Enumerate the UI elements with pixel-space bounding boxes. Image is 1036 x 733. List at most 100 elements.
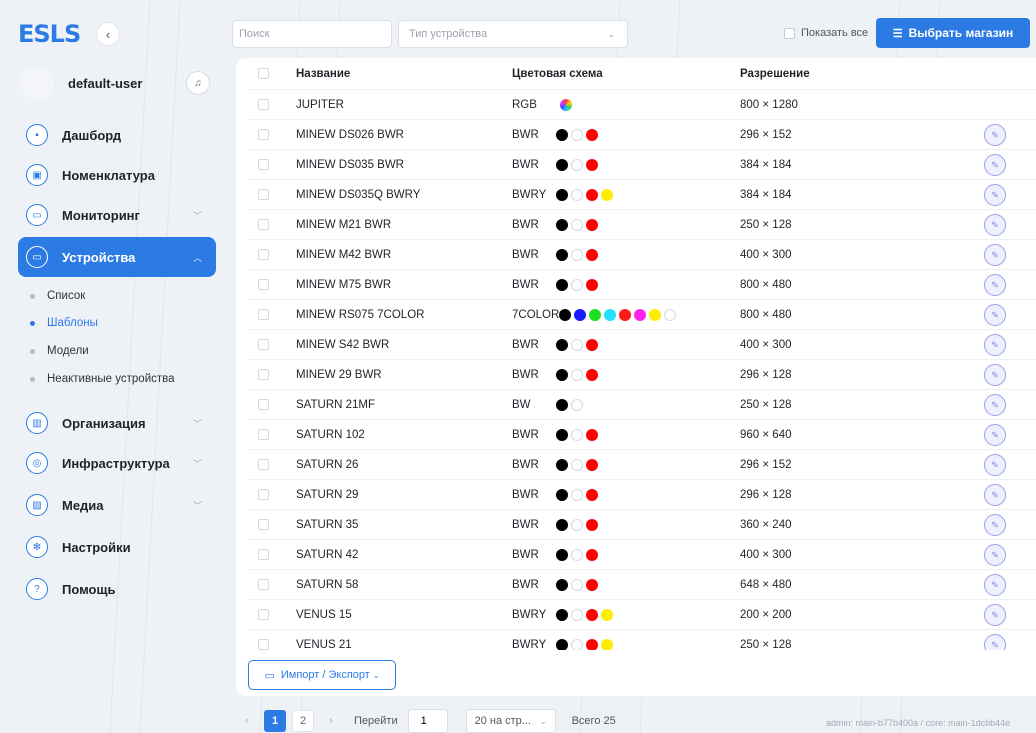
table-row[interactable]: MINEW DS035Q BWRY BWRY 384 × 184 ✎ (246, 180, 1036, 210)
prev-page-button[interactable]: ‹ (236, 710, 258, 732)
row-checkbox[interactable] (258, 249, 269, 260)
submenu-item-2[interactable]: Модели (30, 345, 89, 357)
table-row[interactable]: VENUS 21 BWRY 250 × 128 ✎ (246, 630, 1036, 650)
row-checkbox[interactable] (258, 399, 269, 410)
table-row[interactable]: MINEW M42 BWR BWR 400 × 300 ✎ (246, 240, 1036, 270)
edit-button[interactable]: ✎ (984, 184, 1006, 206)
submenu-item-0[interactable]: Список (30, 290, 85, 302)
edit-button[interactable]: ✎ (984, 514, 1006, 536)
table-row[interactable]: SATURN 35 BWR 360 × 240 ✎ (246, 510, 1036, 540)
select-store-button[interactable]: ☰ Выбрать магазин (876, 18, 1030, 48)
edit-button[interactable]: ✎ (984, 154, 1006, 176)
edit-button[interactable]: ✎ (984, 334, 1006, 356)
table-row[interactable]: SATURN 58 BWR 648 × 480 ✎ (246, 570, 1036, 600)
table-row[interactable]: SATURN 42 BWR 400 × 300 ✎ (246, 540, 1036, 570)
avatar[interactable] (20, 66, 54, 100)
sidebar-item-6[interactable]: ▨ Медиа ﹀ (18, 485, 216, 525)
row-checkbox[interactable] (258, 99, 269, 110)
select-all-checkbox[interactable] (258, 68, 269, 79)
page-button[interactable]: 1 (264, 710, 286, 732)
table-row[interactable]: MINEW S42 BWR BWR 400 × 300 ✎ (246, 330, 1036, 360)
sidebar-item-3[interactable]: ▭ Устройства ︿ (18, 237, 216, 277)
table-row[interactable]: MINEW DS026 BWR BWR 296 × 152 ✎ (246, 120, 1036, 150)
edit-button[interactable]: ✎ (984, 604, 1006, 626)
color-swatch (586, 188, 598, 201)
sidebar-item-4[interactable]: ▥ Организация ﹀ (18, 403, 216, 443)
row-checkbox[interactable] (258, 519, 269, 530)
chevron-down-icon: ⌄ (539, 716, 547, 726)
device-type-select[interactable]: Тип устройства ⌄ (398, 20, 628, 48)
row-checkbox-cell (246, 369, 290, 380)
row-checkbox[interactable] (258, 189, 269, 200)
row-checkbox[interactable] (258, 549, 269, 560)
sidebar-item-0[interactable]: ▪ Дашборд (18, 115, 216, 155)
search-input[interactable] (232, 20, 392, 48)
submenu-item-1[interactable]: Шаблоны (30, 317, 98, 329)
edit-button[interactable]: ✎ (984, 424, 1006, 446)
sidebar-item-5[interactable]: ◎ Инфраструктура ﹀ (18, 443, 216, 483)
edit-button[interactable]: ✎ (984, 484, 1006, 506)
row-checkbox[interactable] (258, 129, 269, 140)
table-row[interactable]: JUPITER RGB 800 × 1280 (246, 90, 1036, 120)
sidebar-item-7[interactable]: ✻ Настройки (18, 527, 216, 567)
color-swatch (556, 278, 568, 291)
show-all-checkbox[interactable] (784, 27, 795, 39)
edit-button[interactable]: ✎ (984, 274, 1006, 296)
row-checkbox[interactable] (258, 219, 269, 230)
page-button[interactable]: 2 (292, 710, 314, 732)
table-row[interactable]: MINEW RS075 7COLOR 7COLOR 800 × 480 ✎ (246, 300, 1036, 330)
logo[interactable]: ESLS (18, 14, 81, 54)
edit-button[interactable]: ✎ (984, 574, 1006, 596)
per-page-select[interactable]: 20 на стр... ⌄ (465, 709, 556, 733)
table-row[interactable]: SATURN 102 BWR 960 × 640 ✎ (246, 420, 1036, 450)
sidebar-item-2[interactable]: ▭ Мониторинг ﹀ (18, 195, 216, 235)
goto-page-input[interactable] (407, 709, 448, 733)
color-swatch (586, 248, 598, 261)
table-row[interactable]: MINEW M21 BWR BWR 250 × 128 ✎ (246, 210, 1036, 240)
table-row[interactable]: MINEW DS035 BWR BWR 384 × 184 ✎ (246, 150, 1036, 180)
edit-button[interactable]: ✎ (984, 304, 1006, 326)
table-row[interactable]: VENUS 15 BWRY 200 × 200 ✎ (246, 600, 1036, 630)
row-checkbox[interactable] (258, 309, 269, 320)
table-row[interactable]: SATURN 29 BWR 296 × 128 ✎ (246, 480, 1036, 510)
sidebar-item-label: Настройки (62, 539, 131, 555)
sidebar-item-1[interactable]: ▣ Номенклатура (18, 155, 216, 195)
row-checkbox[interactable] (258, 339, 269, 350)
edit-button[interactable]: ✎ (984, 454, 1006, 476)
row-checkbox[interactable] (258, 279, 269, 290)
edit-button[interactable]: ✎ (984, 214, 1006, 236)
edit-button[interactable]: ✎ (984, 544, 1006, 566)
table-row[interactable]: SATURN 26 BWR 296 × 152 ✎ (246, 450, 1036, 480)
color-scheme-cell: BWR (512, 518, 740, 531)
row-checkbox[interactable] (258, 429, 269, 440)
header-scheme[interactable]: Цветовая схема (512, 68, 740, 80)
sidebar-item-8[interactable]: ? Помощь (18, 569, 216, 609)
edit-button[interactable]: ✎ (984, 634, 1006, 650)
header-resolution[interactable]: Разрешение (740, 68, 940, 80)
edit-button[interactable]: ✎ (984, 364, 1006, 386)
edit-button[interactable]: ✎ (984, 244, 1006, 266)
dashboard-icon: ▪ (26, 124, 48, 146)
row-checkbox[interactable] (258, 159, 269, 170)
edit-button[interactable]: ✎ (984, 124, 1006, 146)
row-checkbox[interactable] (258, 609, 269, 620)
row-checkbox[interactable] (258, 489, 269, 500)
color-scheme-cell: BWR (512, 368, 740, 381)
header-name[interactable]: Название (290, 68, 512, 80)
row-checkbox[interactable] (258, 369, 269, 380)
row-checkbox[interactable] (258, 639, 269, 650)
next-page-button[interactable]: › (320, 710, 342, 732)
color-scheme-label: BWR (512, 518, 539, 531)
table-row[interactable]: SATURN 21MF BW 250 × 128 ✎ (246, 390, 1036, 420)
table-row[interactable]: MINEW M75 BWR BWR 800 × 480 ✎ (246, 270, 1036, 300)
table-row[interactable]: MINEW 29 BWR BWR 296 × 128 ✎ (246, 360, 1036, 390)
row-checkbox[interactable] (258, 459, 269, 470)
notifications-button[interactable]: ♫ (186, 71, 210, 95)
edit-button[interactable]: ✎ (984, 394, 1006, 416)
row-checkbox[interactable] (258, 579, 269, 590)
device-icon: ▭ (26, 246, 48, 268)
show-all-toggle[interactable]: Показать все (784, 27, 868, 39)
submenu-item-3[interactable]: Неактивные устройства (30, 373, 175, 385)
import-export-button[interactable]: ▭ Импорт / Экспорт ⌄ (248, 660, 396, 690)
collapse-sidebar-button[interactable]: ‹ (96, 22, 120, 46)
